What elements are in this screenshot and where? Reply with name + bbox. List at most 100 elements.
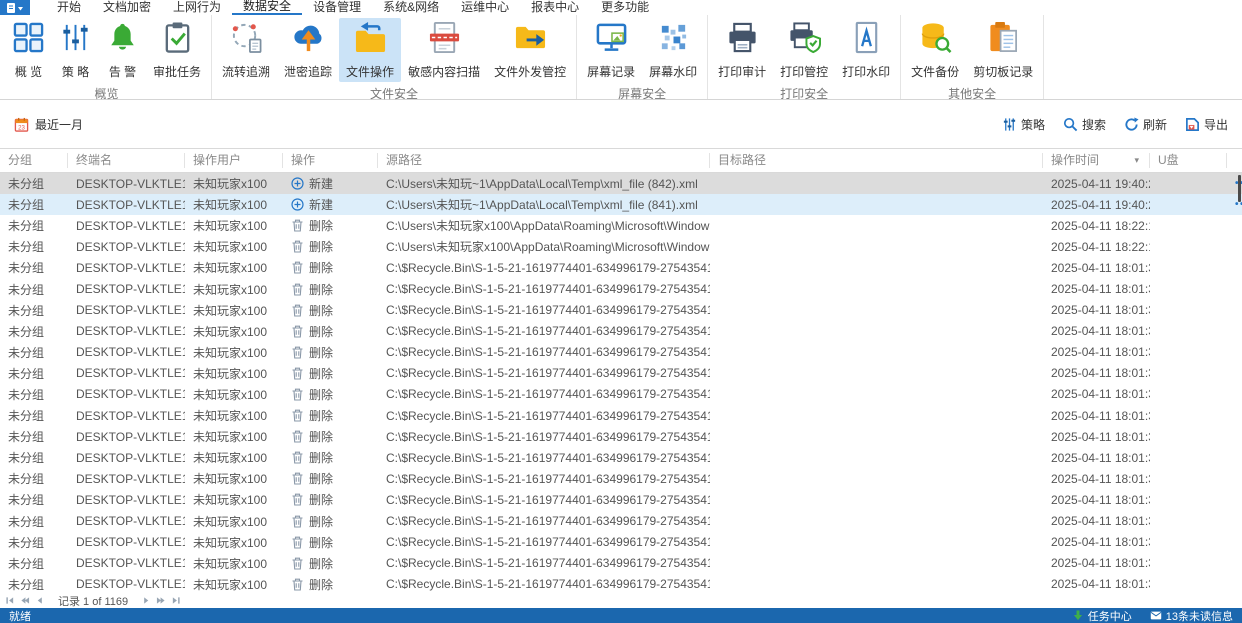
table-row[interactable]: 未分组 DESKTOP-VLKTLE1 未知玩家x100 删除 C:\$Recy… (0, 468, 1242, 489)
ribbon-item[interactable]: 屏幕记录 (580, 18, 642, 82)
table-row[interactable]: 未分组 DESKTOP-VLKTLE1 未知玩家x100 删除 C:\$Recy… (0, 300, 1242, 321)
cell-time: 2025-04-11 18:01:38 (1051, 429, 1150, 444)
table-row[interactable]: 未分组 DESKTOP-VLKTLE1 未知玩家x100 删除 C:\$Recy… (0, 363, 1242, 384)
column-target-path[interactable]: 目标路径 (710, 153, 1043, 168)
menu-item[interactable]: 文档加密 (92, 0, 162, 15)
cell-terminal: DESKTOP-VLKTLE1 (76, 303, 185, 318)
toolbar-action-label: 导出 (1203, 117, 1228, 132)
ribbon-item[interactable]: 文件备份 (904, 18, 966, 82)
ribbon-item[interactable]: 打印审计 (711, 18, 773, 82)
toolbar-actions: 策略 搜索 刷新 导出 (1002, 116, 1228, 133)
cell-time: 2025-04-11 18:01:38 (1051, 282, 1150, 297)
column-terminal[interactable]: 终端名 (68, 153, 185, 168)
pager-first-button[interactable] (5, 596, 15, 605)
pager-prev-button[interactable] (35, 596, 45, 605)
table-body: 未分组 DESKTOP-VLKTLE1 未知玩家x100 新建 C:\Users… (0, 173, 1242, 594)
column-user[interactable]: 操作用户 (185, 153, 283, 168)
toolbar-action-label: 搜索 (1081, 117, 1106, 132)
ribbon-item[interactable]: 流转追溯 (215, 18, 277, 82)
ribbon-item[interactable]: 文件操作 (339, 18, 402, 82)
table-row[interactable]: 未分组 DESKTOP-VLKTLE1 未知玩家x100 新建 C:\Users… (0, 173, 1242, 195)
cell-operation: 新建 (283, 175, 378, 192)
column-group[interactable]: 分组 (0, 153, 68, 168)
toolbar-action-button[interactable]: 搜索 (1063, 116, 1106, 133)
column-operation[interactable]: 操作 (283, 153, 378, 168)
ribbon-item[interactable]: 概 览 (5, 18, 52, 82)
filter-caret-icon[interactable]: ▾ (1134, 153, 1139, 168)
ribbon-group-label: 打印安全 (780, 87, 829, 101)
menu-item[interactable]: 数据安全 (232, 0, 303, 15)
menu-item[interactable]: 系统&网络 (372, 0, 450, 15)
menu-item[interactable]: 设备管理 (302, 0, 372, 15)
delete-icon (291, 578, 304, 591)
ribbon-item[interactable]: 告 警 (99, 18, 146, 82)
menu-item[interactable]: 上网行为 (162, 0, 232, 15)
pager-last-button[interactable] (171, 596, 181, 605)
column-time[interactable]: 操作时间 ▾ (1043, 153, 1150, 168)
delete-icon (291, 451, 304, 464)
table-row[interactable]: 未分组 DESKTOP-VLKTLE1 未知玩家x100 删除 C:\$Recy… (0, 257, 1242, 278)
table-row[interactable]: 未分组 DESKTOP-VLKTLE1 未知玩家x100 删除 C:\Users… (0, 215, 1242, 236)
table-row[interactable]: 未分组 DESKTOP-VLKTLE1 未知玩家x100 删除 C:\$Recy… (0, 447, 1242, 468)
ribbon-item[interactable]: 文件外发管控 (487, 18, 573, 82)
cell-group: 未分组 (8, 366, 45, 381)
menu-item[interactable]: 运维中心 (450, 0, 520, 15)
cell-group: 未分组 (8, 303, 45, 318)
table-row[interactable]: 未分组 DESKTOP-VLKTLE1 未知玩家x100 删除 C:\$Recy… (0, 574, 1242, 594)
table-row[interactable]: 未分组 DESKTOP-VLKTLE1 未知玩家x100 删除 C:\$Recy… (0, 426, 1242, 447)
cell-source-path: C:\$Recycle.Bin\S-1-5-21-1619774401-6349… (386, 429, 710, 444)
pager-fast-prev-button[interactable] (20, 596, 30, 605)
toolbar-action-button[interactable]: 刷新 (1124, 116, 1167, 133)
ribbon-item[interactable]: 打印管控 (773, 18, 835, 82)
table-row[interactable]: 未分组 DESKTOP-VLKTLE1 未知玩家x100 删除 C:\$Recy… (0, 532, 1242, 553)
table-row[interactable]: 未分组 DESKTOP-VLKTLE1 未知玩家x100 删除 C:\Users… (0, 236, 1242, 257)
task-center-button[interactable]: 任务中心 (1072, 608, 1132, 623)
table-row[interactable]: 未分组 DESKTOP-VLKTLE1 未知玩家x100 删除 C:\$Recy… (0, 489, 1242, 510)
sliders-icon (59, 21, 92, 54)
ribbon-item[interactable]: 打印水印 (835, 18, 897, 82)
bell-icon (106, 21, 139, 54)
table-row[interactable]: 未分组 DESKTOP-VLKTLE1 未知玩家x100 删除 C:\$Recy… (0, 511, 1242, 532)
cell-user: 未知玩家x100 (193, 577, 268, 592)
cell-group: 未分组 (8, 556, 45, 571)
delete-icon (291, 493, 304, 506)
toolbar-action-button[interactable]: 导出 (1185, 116, 1228, 133)
column-usb[interactable]: U盘 (1150, 153, 1227, 168)
ribbon-item[interactable]: 屏幕水印 (642, 18, 704, 82)
ribbon-item[interactable]: 策 略 (52, 18, 99, 82)
table-row[interactable]: 未分组 DESKTOP-VLKTLE1 未知玩家x100 删除 C:\$Recy… (0, 321, 1242, 342)
cell-user: 未知玩家x100 (193, 240, 268, 255)
unread-messages-button[interactable]: 13条未读信息 (1150, 608, 1233, 623)
cell-group: 未分组 (8, 240, 45, 255)
menu-item[interactable]: 开始 (46, 0, 92, 15)
ribbon-item[interactable]: 泄密追踪 (277, 18, 339, 82)
cell-user: 未知玩家x100 (193, 493, 268, 508)
table-row[interactable]: 未分组 DESKTOP-VLKTLE1 未知玩家x100 删除 C:\$Recy… (0, 278, 1242, 299)
cell-time: 2025-04-11 18:01:38 (1051, 514, 1150, 529)
ribbon-item[interactable]: 审批任务 (146, 18, 208, 82)
app-menu-button[interactable] (0, 0, 30, 15)
table-row[interactable]: 未分组 DESKTOP-VLKTLE1 未知玩家x100 删除 C:\$Recy… (0, 405, 1242, 426)
table-row[interactable]: 未分组 DESKTOP-VLKTLE1 未知玩家x100 新建 C:\Users… (0, 194, 1242, 216)
ribbon-item[interactable]: 敏感内容扫描 (401, 18, 487, 82)
cell-time: 2025-04-11 18:01:38 (1051, 260, 1150, 275)
cell-group: 未分组 (8, 514, 45, 529)
menu-item[interactable]: 报表中心 (520, 0, 590, 15)
column-source-path[interactable]: 源路径 (378, 153, 710, 168)
vertical-scrollbar[interactable] (1238, 175, 1241, 202)
pager-next-button[interactable] (141, 596, 151, 605)
table-row[interactable]: 未分组 DESKTOP-VLKTLE1 未知玩家x100 删除 C:\$Recy… (0, 384, 1242, 405)
table-row[interactable]: 未分组 DESKTOP-VLKTLE1 未知玩家x100 删除 C:\$Recy… (0, 342, 1242, 363)
date-range-filter[interactable]: 最近一月 (14, 116, 83, 133)
ribbon-item-label: 概 览 (14, 65, 43, 79)
cell-user: 未知玩家x100 (193, 514, 268, 529)
doc-a-icon (850, 21, 883, 54)
table-row[interactable]: 未分组 DESKTOP-VLKTLE1 未知玩家x100 删除 C:\$Recy… (0, 553, 1242, 574)
toolbar-action-button[interactable]: 策略 (1002, 116, 1045, 133)
filter-toolbar: 最近一月 策略 搜索 刷新 导出 (0, 100, 1242, 148)
menu-item[interactable]: 更多功能 (590, 0, 660, 15)
cell-user: 未知玩家x100 (193, 219, 268, 234)
pager-fast-next-button[interactable] (156, 596, 166, 605)
cell-time: 2025-04-11 19:40:27 (1051, 197, 1150, 212)
ribbon-item[interactable]: 剪切板记录 (966, 18, 1040, 82)
